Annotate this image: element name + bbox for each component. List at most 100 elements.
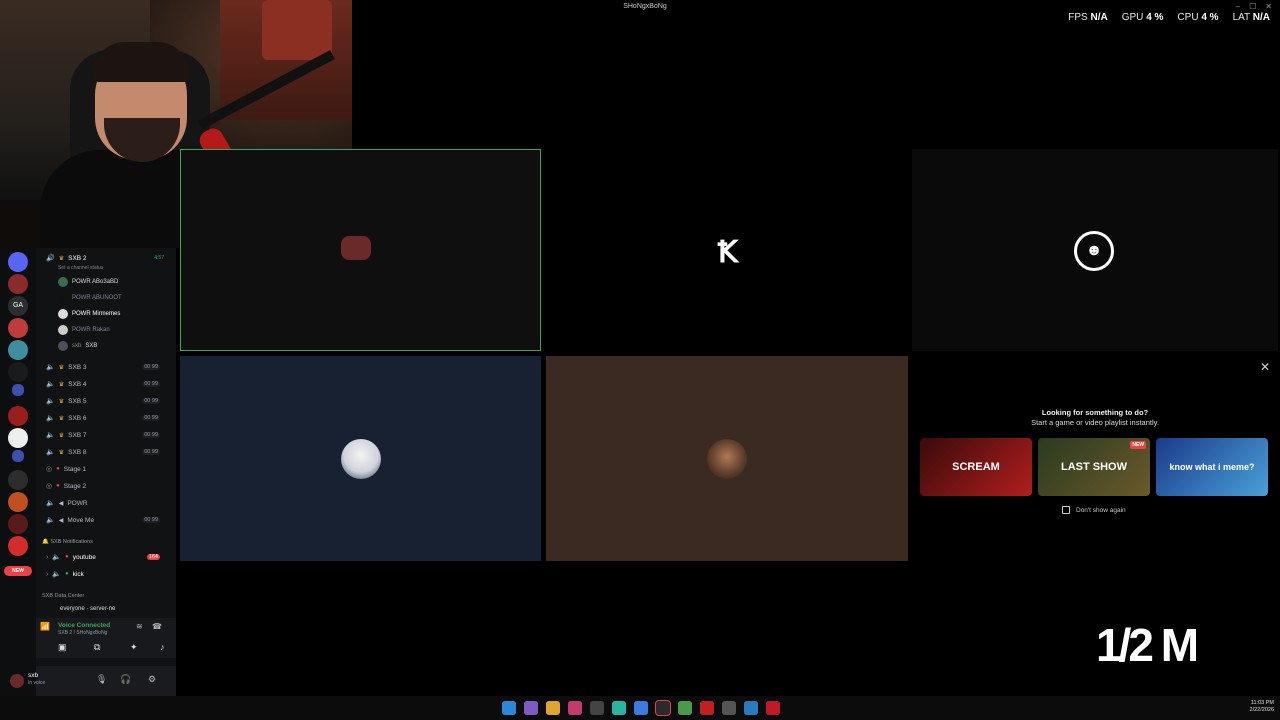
text-channel[interactable]: › 🔈 ● youtube 164 xyxy=(46,550,174,564)
speaker-icon: 🔈 xyxy=(46,398,55,405)
video-tile[interactable] xyxy=(546,356,908,561)
server-icon[interactable] xyxy=(8,252,28,272)
user-limit: 00 99 xyxy=(142,449,160,455)
user-name: POWR ABo3aBD xyxy=(72,279,119,285)
headphones-icon[interactable]: 🎧 xyxy=(120,674,131,685)
dont-show-again[interactable]: Don't show again xyxy=(1062,506,1126,514)
server-icon[interactable] xyxy=(8,514,28,534)
voice-channel[interactable]: 🔈 ♛ SXB 4 00 99 xyxy=(46,377,174,391)
category-header[interactable]: 🔔 SXB Notifications xyxy=(42,539,93,545)
avatar[interactable] xyxy=(10,674,24,688)
new-badge[interactable]: NEW xyxy=(4,566,32,576)
checkbox[interactable] xyxy=(1062,506,1070,514)
user-name: sxb xyxy=(28,672,39,679)
voice-channel[interactable]: 🔈 ♛ SXB 7 00 99 xyxy=(46,428,174,442)
lat-label: LAT xyxy=(1232,12,1250,23)
app-icon[interactable] xyxy=(700,701,714,715)
voice-channel[interactable]: 🔈 ♛ SXB 6 00 99 xyxy=(46,411,174,425)
voice-location[interactable]: SXB 2 / SHoNgxBoNg xyxy=(58,630,107,636)
close-icon[interactable]: ✕ xyxy=(1265,2,1272,11)
server-icon[interactable] xyxy=(8,318,28,338)
voice-channel[interactable]: 🔈 ♛ SXB 5 00 99 xyxy=(46,394,174,408)
server-icon[interactable] xyxy=(8,406,28,426)
minimize-icon[interactable]: – xyxy=(1236,2,1240,11)
stage-icon: ◎ xyxy=(46,466,53,473)
video-tile-speaking[interactable] xyxy=(180,149,541,351)
disconnect-icon[interactable]: ☎ xyxy=(152,622,162,631)
server-icon[interactable] xyxy=(8,362,28,382)
chevron-right-icon: › xyxy=(46,570,49,578)
voice-channel[interactable]: 🔈 ◀ POWR xyxy=(46,496,174,510)
voice-channel[interactable]: 🔈 ♛ SXB 3 00 99 xyxy=(46,360,174,374)
voice-channel[interactable]: 🔈 ♛ SXB 8 00 99 xyxy=(46,445,174,459)
activities-icon[interactable]: ✦ xyxy=(130,642,138,653)
mic-icon[interactable]: 🎙 xyxy=(96,674,107,685)
activity-title: know what i meme? xyxy=(1169,462,1255,472)
text-channel[interactable]: › 🔈 ● kick xyxy=(46,567,174,581)
server-icon[interactable] xyxy=(8,470,28,490)
app-icon[interactable] xyxy=(634,701,648,715)
chevron-right-icon: › xyxy=(46,553,49,561)
close-icon[interactable]: ✕ xyxy=(1260,360,1270,374)
window-title: SHoNgxBoNg xyxy=(623,3,667,10)
server-icon[interactable] xyxy=(8,536,28,556)
folder-icon[interactable] xyxy=(12,384,24,396)
voice-user[interactable]: sxb SXB xyxy=(58,339,97,353)
activity-card[interactable]: know what i meme? xyxy=(1156,438,1268,496)
channel-name: Move Me xyxy=(67,516,95,524)
voice-user[interactable]: POWR ABUNOOT xyxy=(58,291,122,305)
server-icon[interactable] xyxy=(8,428,28,448)
app-icon[interactable] xyxy=(722,701,736,715)
clock-time: 11:03 PM xyxy=(1250,700,1274,706)
stage-channel[interactable]: ◎ ● Stage 2 xyxy=(46,479,174,493)
video-tile[interactable]: Ꝁ xyxy=(546,149,908,351)
speaker-icon: 🔊 xyxy=(46,255,55,262)
activity-card[interactable]: LAST SHOW NEW xyxy=(1038,438,1150,496)
app-icon[interactable] xyxy=(568,701,582,715)
video-tile[interactable]: ☻ xyxy=(912,149,1278,351)
taskbar: 11:03 PM 2/22/2026 xyxy=(0,696,1280,720)
partial-channel[interactable]: everyone · server-ne xyxy=(60,606,115,612)
app-icon[interactable] xyxy=(524,701,538,715)
app-icon[interactable] xyxy=(590,701,604,715)
noise-suppression-icon[interactable]: ≋ xyxy=(136,622,143,631)
soundboard-icon[interactable]: ♪ xyxy=(160,642,165,652)
voice-user[interactable]: POWR Mirmemes xyxy=(58,307,120,321)
channel-status[interactable]: Set a channel status xyxy=(58,265,103,271)
user-limit: 00 99 xyxy=(142,398,160,404)
activity-card[interactable]: SCREAM xyxy=(920,438,1032,496)
speaker-icon: ◀ xyxy=(58,517,64,524)
app-icon[interactable] xyxy=(655,700,671,716)
voice-user[interactable]: POWR Rakan xyxy=(58,323,110,337)
gear-icon[interactable]: ⚙ xyxy=(148,674,156,685)
participant-avatar xyxy=(340,438,381,479)
server-icon[interactable]: GA xyxy=(8,296,28,316)
server-icon[interactable] xyxy=(8,492,28,512)
speaker-icon: 🔈 xyxy=(52,571,62,578)
chrome-icon[interactable] xyxy=(678,701,692,715)
dot-icon: ● xyxy=(65,571,69,577)
system-clock[interactable]: 11:03 PM 2/22/2026 xyxy=(1250,700,1274,714)
app-icon[interactable] xyxy=(766,701,780,715)
maximize-icon[interactable]: ☐ xyxy=(1249,2,1256,11)
server-icon[interactable] xyxy=(8,340,28,360)
voice-channel[interactable]: 🔈 ◀ Move Me 00 99 xyxy=(46,513,174,527)
video-icon[interactable]: ▣ xyxy=(58,642,67,653)
stage-channel[interactable]: ◎ ● Stage 1 xyxy=(46,462,174,476)
voice-connection-panel: Voice Connected SXB 2 / SHoNgxBoNg 📶 ≋ ☎ ▣ ⧉ ✦ ♪ xyxy=(36,618,176,658)
screen-share-icon[interactable]: ⧉ xyxy=(94,642,100,653)
edge-icon[interactable] xyxy=(744,701,758,715)
start-icon[interactable] xyxy=(502,701,516,715)
voice-user[interactable]: POWR ABo3aBD xyxy=(58,275,118,289)
voice-channel-current[interactable]: 🔊 ♛ SXB 2 4:57 xyxy=(46,251,174,265)
user-limit: 00 99 xyxy=(142,364,160,370)
signal-icon[interactable]: 📶 xyxy=(40,622,50,631)
folder-icon[interactable] xyxy=(12,450,24,462)
server-icon[interactable] xyxy=(8,274,28,294)
video-tile[interactable] xyxy=(180,356,541,561)
folder-icon[interactable] xyxy=(546,701,560,715)
speaker-icon: 🔈 xyxy=(46,364,55,371)
category-name: SXB Notifications xyxy=(50,539,93,545)
category-header[interactable]: SXB Data Center xyxy=(42,593,84,599)
app-icon[interactable] xyxy=(612,701,626,715)
